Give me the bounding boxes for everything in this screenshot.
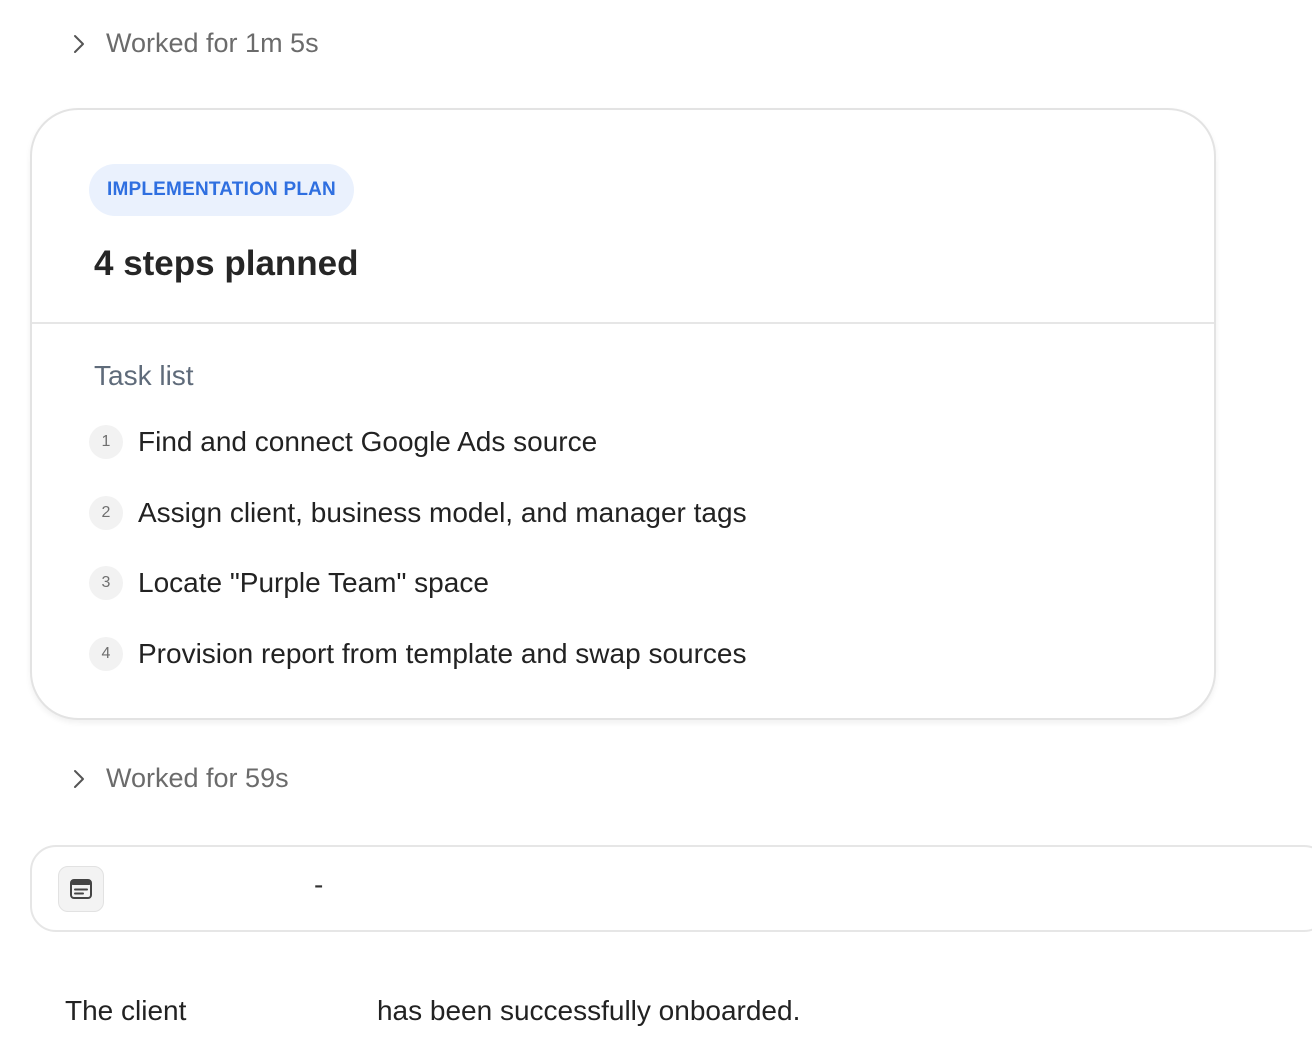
chevron-right-icon bbox=[74, 34, 84, 53]
task-number-badge: 4 bbox=[89, 636, 123, 671]
worked-for-toggle[interactable]: Worked for 59s bbox=[70, 763, 289, 794]
result-card-title: - bbox=[134, 869, 323, 901]
final-message-suffix: has been successfully onboarded. bbox=[376, 995, 801, 1026]
worked-for-label: Worked for 59s bbox=[106, 763, 289, 793]
implementation-plan-badge: IMPLEMENTATION PLAN bbox=[89, 164, 354, 216]
result-title-dash: - bbox=[314, 869, 324, 900]
task-number-badge: 2 bbox=[89, 495, 123, 530]
worked-for-toggle[interactable]: Worked for 1m 5s bbox=[70, 28, 319, 59]
task-item: 1 Find and connect Google Ads source bbox=[89, 422, 747, 462]
plan-header: IMPLEMENTATION PLAN 4 steps planned bbox=[32, 110, 1214, 324]
task-number-badge: 1 bbox=[89, 425, 123, 459]
task-text: Provision report from template and swap … bbox=[138, 637, 747, 669]
task-text: Assign client, business model, and manag… bbox=[138, 496, 747, 528]
task-list: 1 Find and connect Google Ads source 2 A… bbox=[89, 422, 747, 704]
task-number-badge: 3 bbox=[89, 566, 123, 600]
chevron-right-icon bbox=[74, 769, 84, 788]
plan-title: 4 steps planned bbox=[94, 244, 359, 283]
worked-for-label: Worked for 1m 5s bbox=[106, 28, 319, 58]
task-item: 4 Provision report from template and swa… bbox=[89, 634, 747, 674]
final-message-prefix: The client bbox=[65, 995, 187, 1026]
implementation-plan-card: IMPLEMENTATION PLAN 4 steps planned Task… bbox=[30, 108, 1216, 720]
task-text: Find and connect Google Ads source bbox=[138, 426, 598, 457]
task-item: 2 Assign client, business model, and man… bbox=[89, 493, 747, 533]
document-icon bbox=[58, 866, 104, 912]
task-list-label: Task list bbox=[94, 360, 194, 391]
task-item: 3 Locate "Purple Team" space bbox=[89, 563, 747, 603]
result-card[interactable]: - bbox=[30, 845, 1312, 932]
final-message: The client has been successfully onboard… bbox=[65, 995, 800, 1027]
task-text: Locate "Purple Team" space bbox=[138, 567, 489, 598]
